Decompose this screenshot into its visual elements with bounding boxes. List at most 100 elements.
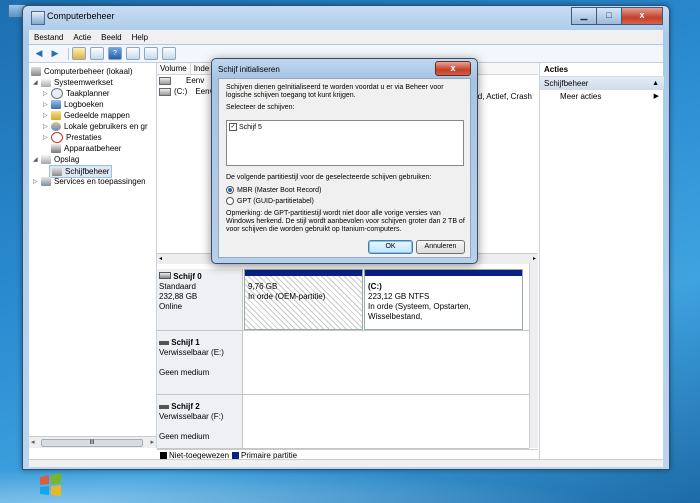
console-tree: Computerbeheer (lokaal) ◢ Systeemwerkset… <box>29 63 157 448</box>
tree-item-taakplanner[interactable]: ▷ Taakplanner <box>43 88 110 99</box>
tree-item-opslag[interactable]: ◢ Opslag <box>33 154 79 165</box>
disk-label[interactable]: Schijf 2 Verwisselbaar (F:) Geen medium <box>157 395 243 448</box>
menu-help[interactable]: Help <box>127 33 153 42</box>
show-hide-actions-icon[interactable] <box>126 47 140 60</box>
scroll-right-icon[interactable]: ▸ <box>150 438 154 446</box>
radio-selected-icon[interactable] <box>226 186 234 194</box>
windows-start-icon[interactable] <box>36 471 66 499</box>
show-hide-tree-icon[interactable] <box>90 47 104 60</box>
storage-icon <box>41 155 51 164</box>
disk-row[interactable]: Schijf 1 Verwisselbaar (E:) Geen medium <box>157 331 529 395</box>
tree-item-lokale-gebruikers[interactable]: ▷ Lokale gebruikers en gr <box>43 121 148 132</box>
volume-name: (C:) <box>174 87 188 96</box>
maximize-button[interactable]: □ <box>596 7 622 25</box>
mbr-option[interactable]: MBR (Master Boot Record) <box>226 186 466 195</box>
collapsed-triangle-icon[interactable]: ▷ <box>43 134 51 141</box>
collapsed-triangle-icon[interactable]: ▷ <box>43 101 51 108</box>
services-icon <box>41 177 51 186</box>
scroll-left-icon[interactable]: ◂ <box>31 438 35 446</box>
actions-section-schijfbeheer[interactable]: Schijfbeheer ▲ <box>540 77 664 90</box>
radio-unselected-icon[interactable] <box>226 197 234 205</box>
disk-name: Schijf 2 <box>171 402 200 411</box>
disk-list-scrollbar[interactable] <box>529 263 538 448</box>
gpt-option[interactable]: GPT (GUID-partitietabel) <box>226 197 466 206</box>
back-arrow-icon[interactable]: ◀ <box>33 48 45 59</box>
partition-c[interactable]: (C:) 223,12 GB NTFS In orde (Systeem, Op… <box>364 269 523 330</box>
disk-type: Standaard <box>159 282 196 291</box>
menu-actie[interactable]: Actie <box>68 33 96 42</box>
collapsed-triangle-icon[interactable]: ▷ <box>43 90 51 97</box>
disk-state: Geen medium <box>159 368 210 377</box>
tree-item-root[interactable]: Computerbeheer (lokaal) <box>31 66 133 77</box>
disk-label[interactable]: Schijf 0 Standaard 232,88 GB Online <box>157 269 243 330</box>
properties-icon[interactable] <box>144 47 158 60</box>
collapsed-triangle-icon[interactable]: ▷ <box>33 178 41 185</box>
gpt-note: Opmerking: de GPT-partitiestijl wordt ni… <box>226 210 465 233</box>
action-label: Meer acties <box>560 92 602 101</box>
expanded-triangle-icon[interactable]: ◢ <box>33 156 41 163</box>
disk-state: Online <box>159 302 183 311</box>
collapsed-triangle-icon[interactable]: ▷ <box>43 123 51 130</box>
unallocated-swatch <box>160 451 167 459</box>
performance-icon <box>51 132 63 143</box>
disk-row[interactable]: Schijf 2 Verwisselbaar (F:) Geen medium <box>157 395 529 449</box>
computer-management-icon <box>31 67 41 76</box>
status-bar <box>29 459 663 467</box>
disk-list-item[interactable]: ✓ Schijf 5 <box>229 123 262 131</box>
tree-item-gedeelde-mappen[interactable]: ▷ Gedeelde mappen <box>43 110 130 121</box>
disk-listbox[interactable]: ✓ Schijf 5 <box>226 120 464 166</box>
menu-bestand[interactable]: Bestand <box>29 33 68 42</box>
help-icon[interactable]: ? <box>108 47 122 60</box>
scroll-left-icon[interactable]: ◂ <box>159 255 162 262</box>
tree-label: Taakplanner <box>66 89 110 98</box>
gpt-label: GPT (GUID-partitietabel) <box>237 197 314 205</box>
checkbox-checked-icon[interactable]: ✓ <box>229 123 237 131</box>
cancel-button[interactable]: Annuleren <box>416 240 465 254</box>
clock-icon <box>51 88 63 99</box>
up-folder-icon[interactable] <box>72 47 86 60</box>
tree-label: Services en toepassingen <box>54 177 146 186</box>
menu-beeld[interactable]: Beeld <box>96 33 126 42</box>
collapse-icon[interactable]: ▲ <box>652 77 659 90</box>
ok-button[interactable]: OK <box>368 240 413 254</box>
close-button[interactable]: x <box>621 7 663 25</box>
action-meer-acties[interactable]: Meer acties ▶ <box>540 90 664 103</box>
dialog-close-button[interactable]: x <box>435 61 471 76</box>
scroll-right-icon[interactable]: ▸ <box>533 255 536 262</box>
tree-item-apparaatbeheer[interactable]: Apparaatbeheer <box>51 143 121 154</box>
partition-style-label: De volgende partitiestijl voor de gesele… <box>226 174 432 181</box>
dialog-title: Schijf initialiseren <box>218 65 280 74</box>
tree-label: Gedeelde mappen <box>64 111 130 120</box>
disk-row[interactable]: Schijf 0 Standaard 232,88 GB Online 9,76… <box>157 269 529 331</box>
disk-label[interactable]: Schijf 1 Verwisselbaar (E:) Geen medium <box>157 331 243 394</box>
minimize-button[interactable]: ▁ <box>571 7 597 25</box>
partition-state: In orde (OEM-partitie) <box>248 292 326 301</box>
tree-item-prestaties[interactable]: ▷ Prestaties <box>43 132 102 143</box>
tree-item-systeemwerkset[interactable]: ◢ Systeemwerkset <box>33 77 113 88</box>
actions-title: Acties <box>540 63 664 77</box>
expanded-triangle-icon[interactable]: ◢ <box>33 79 41 86</box>
initialize-disk-dialog: Schijf initialiseren x Schijven dienen g… <box>211 58 478 264</box>
tree-item-logboeken[interactable]: ▷ Logboeken <box>43 99 104 110</box>
tree-label: Computerbeheer (lokaal) <box>44 67 133 76</box>
collapsed-triangle-icon[interactable]: ▷ <box>43 112 51 119</box>
volume-row[interactable]: Eenv <box>159 76 204 85</box>
menu-bar: Bestand Actie Beeld Help <box>29 30 663 44</box>
actions-section-label: Schijfbeheer <box>544 79 589 88</box>
volume-type: Eenv <box>186 76 205 85</box>
tree-horizontal-scrollbar[interactable]: ◂ III ▸ <box>29 436 156 448</box>
computer-management-icon <box>31 11 45 25</box>
scroll-thumb[interactable]: III <box>41 439 143 447</box>
column-volume[interactable]: Volume <box>157 63 191 74</box>
volume-icon <box>159 76 171 85</box>
tree-label: Prestaties <box>66 133 102 142</box>
toolbar-separator <box>68 47 69 60</box>
tree-item-services[interactable]: ▷ Services en toepassingen <box>33 176 146 187</box>
settings-icon[interactable] <box>162 47 176 60</box>
volume-row[interactable]: (C:) Eenv <box>159 87 214 96</box>
title-bar[interactable]: Computerbeheer ▁ □ x <box>23 6 669 28</box>
column-indeling[interactable]: Inde <box>191 63 214 74</box>
tree-label: Systeemwerkset <box>54 78 113 87</box>
forward-arrow-icon[interactable]: ▶ <box>49 48 61 59</box>
partition-oem[interactable]: 9,76 GB In orde (OEM-partitie) <box>244 269 363 330</box>
